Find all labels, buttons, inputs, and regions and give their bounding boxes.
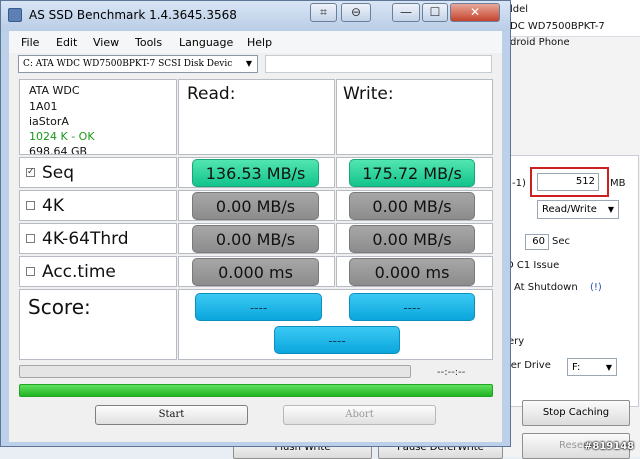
help-icon[interactable]: (!): [590, 282, 602, 293]
menu-help[interactable]: Help: [247, 36, 272, 49]
snap-icon[interactable]: ⌗: [310, 3, 337, 22]
menu-file[interactable]: File: [21, 36, 39, 49]
score-total: ----: [274, 326, 400, 354]
chevron-down-icon: ▼: [245, 59, 252, 68]
background-size-label: -1): [512, 178, 526, 189]
close-button[interactable]: ✕: [450, 3, 500, 22]
background-label-phone: droid Phone: [510, 37, 570, 48]
chevron-down-icon: ▼: [607, 205, 614, 214]
drive-info-panel: ATA WDC 1A01 iaStorA 1024 K - OK 698.64 …: [19, 79, 177, 155]
seq-read-result: 136.53 MB/s: [192, 159, 319, 187]
test-label-4k: 4K: [42, 196, 64, 216]
drive-driver: iaStorA: [29, 115, 69, 128]
menu-edit[interactable]: Edit: [56, 36, 77, 49]
background-label-model: ldel: [510, 4, 529, 15]
4k-64thrd-checkbox[interactable]: [26, 234, 35, 243]
watermark-text: #819148: [584, 441, 635, 452]
drive-extra-field: [265, 55, 492, 73]
drive-model: ATA WDC: [29, 84, 80, 97]
seq-write-result: 175.72 MB/s: [349, 159, 475, 187]
drive-label: ier Drive: [508, 360, 551, 371]
4k-read-result: 0.00 MB/s: [192, 192, 319, 220]
at-shutdown-label: At Shutdown: [514, 282, 578, 293]
menu-language[interactable]: Language: [179, 36, 233, 49]
test-label-acc-time: Acc.time: [42, 262, 116, 282]
read-header-cell: Read:: [178, 79, 335, 155]
drive-letter-value: F:: [572, 362, 581, 373]
drive-firmware: 1A01: [29, 100, 58, 113]
c1-issue-label: D C1 Issue: [506, 260, 560, 271]
test-row-seq: ✓ Seq: [19, 157, 177, 188]
test-label-seq: Seq: [42, 163, 75, 183]
overall-progress-bar: [19, 384, 493, 397]
background-label-drive: DC WD7500BPKT-7: [510, 21, 605, 32]
start-button[interactable]: Start: [95, 405, 248, 425]
4k-write-result: 0.00 MB/s: [349, 192, 475, 220]
score-write: ----: [349, 293, 475, 321]
drive-alignment: 1024 K - OK: [29, 130, 95, 143]
window-title: AS SSD Benchmark 1.4.3645.3568: [29, 8, 237, 22]
abort-button[interactable]: Abort: [283, 405, 436, 425]
acc-time-write-result: 0.000 ms: [349, 258, 475, 286]
test-row-4k: 4K: [19, 190, 177, 221]
size-unit-label: MB: [610, 178, 626, 189]
drive-letter-select[interactable]: F: ▼: [567, 358, 617, 376]
test-label-4k-64thrd: 4K-64Thrd: [42, 229, 129, 249]
minimize-button[interactable]: —: [392, 3, 420, 22]
chevron-down-icon: ▼: [605, 363, 612, 372]
acc-time-read-result: 0.000 ms: [192, 258, 319, 286]
mode-select[interactable]: Read/Write ▼: [537, 200, 619, 219]
drive-select[interactable]: C: ATA WDC WD7500BPKT-7 SCSI Disk Devic …: [18, 55, 258, 73]
seq-checkbox[interactable]: ✓: [26, 168, 35, 177]
elapsed-time: --:--:--: [437, 367, 466, 378]
score-label-cell: Score:: [19, 289, 177, 360]
drive-size: 698.64 GB: [29, 145, 88, 155]
highlight-box: [530, 167, 609, 197]
title-bar[interactable]: AS SSD Benchmark 1.4.3645.3568 ⌗ ⊖ — ☐ ✕: [1, 1, 510, 31]
test-row-4k-64thrd: 4K-64Thrd: [19, 223, 177, 254]
seconds-unit-label: Sec: [552, 236, 570, 247]
app-icon: [8, 8, 22, 22]
score-read: ----: [195, 293, 322, 321]
stop-caching-button[interactable]: Stop Caching: [522, 400, 630, 426]
4k-64thrd-write-result: 0.00 MB/s: [349, 225, 475, 253]
progress-bar: [19, 365, 411, 378]
menu-view[interactable]: View: [93, 36, 119, 49]
write-header-cell: Write:: [336, 79, 493, 155]
menu-tools[interactable]: Tools: [135, 36, 162, 49]
menu-bar: File Edit View Tools Language Help: [9, 31, 502, 53]
test-row-acc-time: Acc.time: [19, 256, 177, 287]
seconds-input[interactable]: 60: [525, 234, 549, 250]
acc-time-checkbox[interactable]: [26, 267, 35, 276]
mode-select-value: Read/Write: [542, 204, 597, 215]
background-window: [490, 0, 640, 457]
pin-icon[interactable]: ⊖: [341, 3, 371, 22]
write-header: Write:: [343, 84, 394, 104]
4k-checkbox[interactable]: [26, 201, 35, 210]
score-label: Score:: [28, 295, 91, 319]
4k-64thrd-read-result: 0.00 MB/s: [192, 225, 319, 253]
read-header: Read:: [187, 84, 236, 104]
drive-select-value: C: ATA WDC WD7500BPKT-7 SCSI Disk Devic: [23, 59, 233, 69]
maximize-button[interactable]: ☐: [422, 3, 448, 22]
